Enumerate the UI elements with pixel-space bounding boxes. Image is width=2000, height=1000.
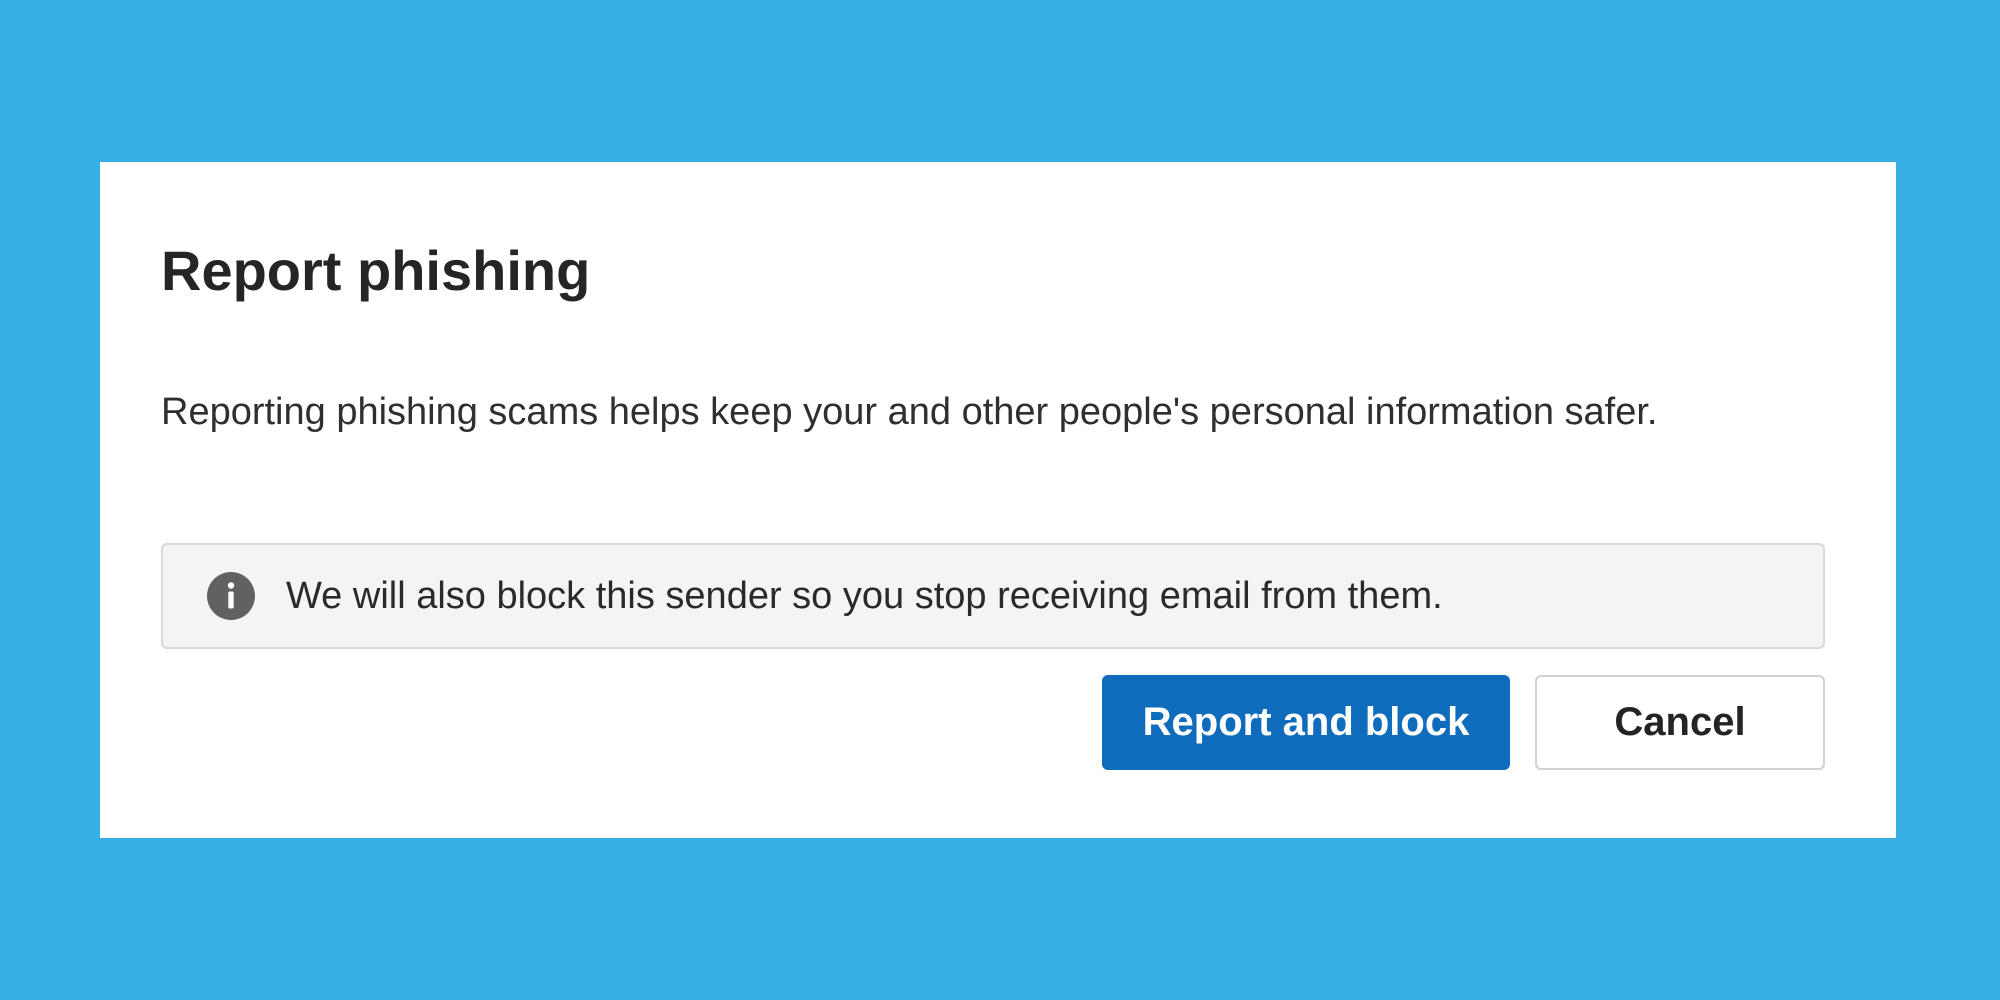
info-message-text: We will also block this sender so you st… [286, 574, 1443, 617]
cancel-button[interactable]: Cancel [1535, 675, 1825, 770]
info-message-bar: We will also block this sender so you st… [161, 543, 1825, 649]
dialog-description: Reporting phishing scams helps keep your… [161, 391, 1658, 433]
report-and-block-button[interactable]: Report and block [1102, 675, 1510, 770]
info-icon [206, 571, 256, 621]
dialog-title: Report phishing [161, 239, 591, 302]
report-phishing-dialog: Report phishing Reporting phishing scams… [100, 162, 1896, 838]
